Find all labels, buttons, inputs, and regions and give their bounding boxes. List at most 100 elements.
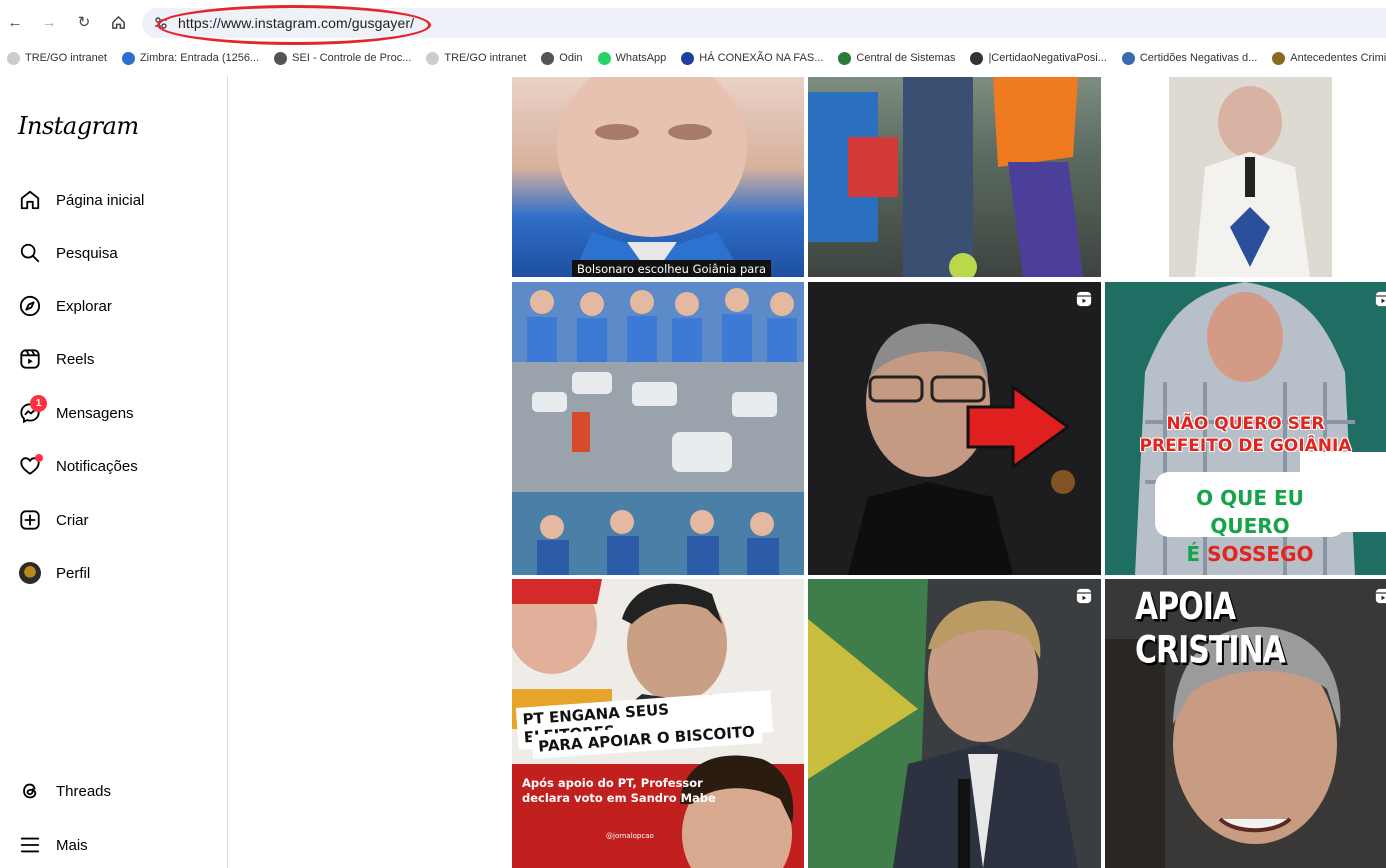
bookmark-label: Zimbra: Entrada (1256...: [139, 52, 260, 64]
nav-home-label: Página inicial: [56, 191, 145, 209]
nav-messages-label: Mensagens: [56, 404, 134, 422]
nav-home[interactable]: Página inicial: [18, 185, 218, 215]
flag-icon: [681, 51, 695, 65]
red-highlight-ellipse: [157, 5, 431, 45]
browser-toolbar: ← → ↻ https://www.instagram.com/gusgayer…: [0, 0, 1386, 45]
profile-post-grid: Bolsonaro escolheu Goiânia para NÃO QUER…: [512, 77, 1386, 868]
nav-notifications-label: Notificações: [56, 457, 138, 475]
compass-icon: [18, 294, 42, 318]
nav-more[interactable]: Mais: [18, 830, 218, 860]
nav-profile[interactable]: Perfil: [18, 558, 218, 588]
seal-icon: [838, 51, 852, 65]
nav-explore-label: Explorar: [56, 297, 112, 315]
post-tile-3[interactable]: [1105, 77, 1386, 277]
post-tile-9[interactable]: APOIA CRISTINA: [1105, 579, 1386, 868]
home-button-icon[interactable]: [107, 11, 129, 33]
nav-search[interactable]: Pesquisa: [18, 238, 218, 268]
tre-icon: [7, 51, 20, 65]
post-2-thumbnail: [808, 77, 1083, 277]
post-tile-4[interactable]: [512, 282, 804, 575]
post-6-line-4a: É: [1186, 542, 1208, 566]
profile-icon-wrap: [18, 561, 42, 585]
post-7-handle: @jornalopcao: [606, 832, 654, 840]
menu-icon: [18, 833, 42, 857]
nav-threads-label: Threads: [56, 782, 112, 800]
post-tile-6[interactable]: NÃO QUERO SER PREFEITO DE GOIÂNIA O QUE …: [1105, 282, 1386, 575]
nav-explore[interactable]: Explorar: [18, 291, 218, 321]
reels-badge-icon: [1076, 588, 1092, 604]
post-6-line-1: NÃO QUERO SER: [1166, 414, 1325, 434]
globe-icon: [541, 51, 555, 65]
wing-icon: [1121, 51, 1135, 65]
bookmark-item[interactable]: Zimbra: Entrada (1256...: [115, 51, 267, 65]
nav-notifications[interactable]: Notificações: [18, 451, 218, 481]
plus-square-icon: [18, 508, 42, 532]
home-icon: [18, 188, 42, 212]
post-7-sub-1: Após apoio do PT, Professor: [522, 776, 703, 790]
bookmark-item[interactable]: Certidões Negativas d...: [1115, 51, 1265, 65]
bookmark-label: TRE/GO intranet: [444, 52, 527, 64]
post-6-line-2: PREFEITO DE GOIÂNIA: [1139, 436, 1352, 456]
instagram-sidebar: Instagram Página inicial Pesquisa Explor…: [0, 76, 228, 868]
bookmark-item[interactable]: WhatsApp: [591, 51, 675, 65]
nav-profile-label: Perfil: [56, 564, 91, 582]
reels-badge-icon: [1375, 588, 1386, 604]
zimbra-icon: [121, 51, 135, 65]
post-6-line-4b: SOSSEGO: [1207, 542, 1314, 566]
bookmark-label: Antecedentes Crimina...: [1290, 52, 1386, 64]
nav-search-label: Pesquisa: [56, 244, 118, 262]
bookmark-label: |CertidaoNegativaPosi...: [988, 52, 1107, 64]
messenger-icon: 1: [18, 395, 47, 425]
reels-badge-icon: [1076, 291, 1092, 307]
bookmark-label: HÁ CONEXÃO NA FAS...: [699, 52, 824, 64]
bookmark-item[interactable]: Odin: [534, 51, 590, 65]
nav-messages[interactable]: 1 Mensagens: [18, 395, 218, 428]
avatar: [19, 562, 41, 584]
bookmark-item[interactable]: TRE/GO intranet: [419, 51, 534, 65]
bookmark-label: TRE/GO intranet: [25, 52, 107, 64]
post-tile-2[interactable]: [808, 77, 1101, 277]
police-icon: [1272, 51, 1286, 65]
bookmark-label: WhatsApp: [615, 52, 667, 64]
nav-threads[interactable]: Threads: [18, 776, 218, 806]
reels-badge-icon: [1375, 291, 1386, 307]
post-9-caption: APOIA CRISTINA: [1135, 585, 1286, 673]
post-tile-1[interactable]: Bolsonaro escolheu Goiânia para: [512, 77, 804, 277]
bookmark-label: Odin: [559, 52, 583, 64]
threads-icon: [18, 779, 42, 803]
post-tile-7[interactable]: PT ENGANA SEUS ELEITORES PARA APOIAR O B…: [512, 579, 804, 868]
post-5-thumbnail: [808, 282, 1101, 575]
post-3-thumbnail: [1169, 77, 1332, 277]
bookmark-label: Certidões Negativas d...: [1139, 52, 1258, 64]
post-7-sub-2: declara voto em Sandro Mabe: [522, 791, 716, 805]
post-8-thumbnail: [808, 579, 1101, 868]
instagram-logo[interactable]: Instagram: [18, 112, 139, 140]
bookmarks-bar: TRE/GO intranet Zimbra: Entrada (1256... S…: [0, 46, 1386, 70]
forward-arrow-icon[interactable]: →: [38, 11, 60, 33]
nav-reels[interactable]: Reels: [18, 344, 218, 374]
nav-more-label: Mais: [56, 836, 88, 854]
post-tile-8[interactable]: [808, 579, 1101, 868]
bookmark-item[interactable]: Antecedentes Crimina...: [1265, 51, 1386, 65]
heart-icon: [18, 454, 43, 478]
bookmark-item[interactable]: |CertidaoNegativaPosi...: [963, 51, 1114, 65]
tre-icon: [426, 51, 440, 65]
bookmark-item[interactable]: SEI - Controle de Proc...: [267, 51, 419, 65]
bookmark-label: SEI - Controle de Proc...: [292, 52, 412, 64]
bookmark-item[interactable]: TRE/GO intranet: [0, 51, 115, 65]
whatsapp-icon: [597, 51, 611, 65]
bookmark-label: Central de Sistemas: [856, 52, 956, 64]
post-1-thumbnail: [557, 77, 747, 277]
back-arrow-icon[interactable]: ←: [4, 11, 26, 33]
search-icon: [18, 241, 42, 265]
post-4-thumbnail: [512, 282, 804, 575]
bookmark-item[interactable]: HÁ CONEXÃO NA FAS...: [674, 51, 831, 65]
reels-icon: [18, 347, 42, 371]
globe-icon: [274, 51, 288, 65]
reload-icon[interactable]: ↻: [73, 11, 95, 33]
nav-create[interactable]: Criar: [18, 505, 218, 535]
post-tile-5[interactable]: [808, 282, 1101, 575]
nav-create-label: Criar: [56, 511, 89, 529]
bookmark-item[interactable]: Central de Sistemas: [831, 51, 963, 65]
scales-icon: [970, 51, 984, 65]
